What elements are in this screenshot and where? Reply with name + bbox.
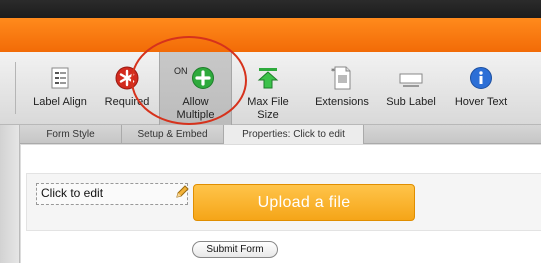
toolbar-separator [15, 62, 16, 114]
sublabel-icon [398, 65, 424, 91]
field-label-editor[interactable]: Click to edit [36, 183, 188, 205]
submit-form-label: Submit Form [206, 244, 264, 255]
tab-properties[interactable]: Properties: Click to edit [224, 125, 364, 144]
extensions-button[interactable]: * Extensions [310, 52, 374, 125]
info-icon [468, 65, 494, 91]
label-align-icon [47, 65, 73, 91]
header-bar [0, 18, 541, 52]
submit-form-button[interactable]: Submit Form [192, 241, 278, 258]
upload-file-label: Upload a file [257, 194, 351, 211]
label-align-label: Label Align [33, 96, 87, 108]
hover-text-label: Hover Text [454, 96, 508, 108]
sub-label-button[interactable]: Sub Label [382, 52, 440, 125]
hover-text-button[interactable]: Hover Text [448, 52, 514, 125]
pencil-icon[interactable] [174, 184, 190, 200]
highlight-ring [131, 36, 247, 125]
upload-arrow-icon [255, 65, 281, 91]
sub-label-label: Sub Label [386, 96, 436, 108]
tab-properties-label: Properties: Click to edit [242, 129, 345, 140]
canvas-left-edge [0, 125, 20, 263]
tab-bar: Form Style Setup & Embed Properties: Cli… [20, 125, 541, 144]
max-file-size-button[interactable]: Max File Size [238, 52, 298, 125]
top-bar [0, 0, 541, 18]
file-icon: * [329, 65, 355, 91]
svg-text:*: * [331, 67, 335, 76]
tab-setup-embed-label: Setup & Embed [137, 129, 208, 140]
extensions-label: Extensions [315, 96, 369, 108]
field-label-text: Click to edit [41, 186, 104, 200]
tab-form-style-label: Form Style [46, 129, 95, 140]
upload-file-button[interactable]: Upload a file [193, 184, 415, 221]
tab-setup-embed[interactable]: Setup & Embed [122, 125, 224, 144]
max-file-size-label: Max File Size [247, 96, 289, 121]
tab-form-style[interactable]: Form Style [20, 125, 122, 144]
label-align-button[interactable]: Label Align [27, 52, 93, 125]
